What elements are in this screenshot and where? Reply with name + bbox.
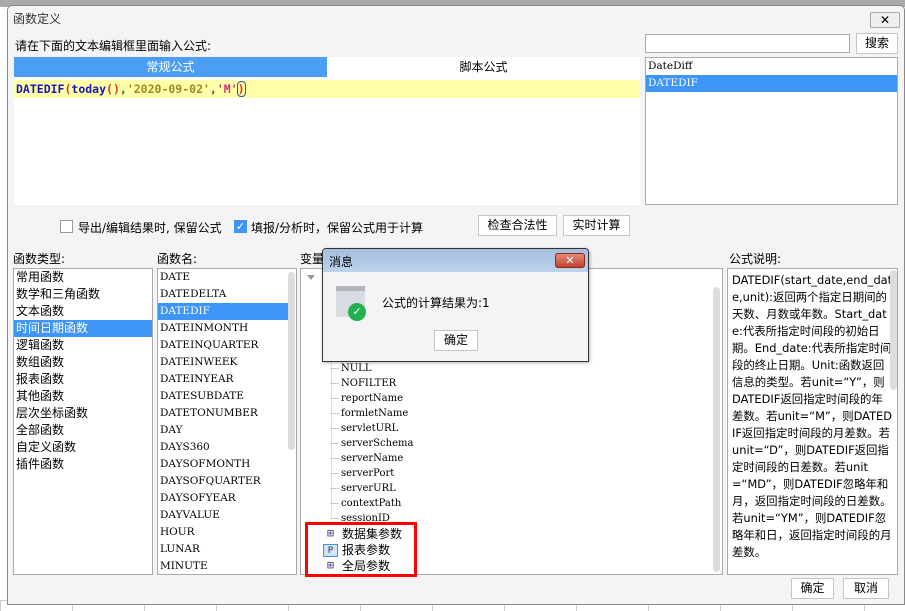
formula-editor[interactable]: DATEDIF(today(),'2020-09-02','M') <box>14 77 640 205</box>
keep-formula-export-label: 导出/编辑结果时, 保留公式 <box>78 221 222 235</box>
tab-regular-formula[interactable]: 常规公式 <box>14 57 327 77</box>
keep-formula-export-checkbox[interactable] <box>60 220 73 233</box>
search-input[interactable] <box>645 34 850 53</box>
formula-unit-string: 'M' <box>216 82 238 96</box>
formula-comma: , <box>209 82 217 96</box>
realtime-calc-button[interactable]: 实时计算 <box>563 215 630 236</box>
dialog-title: 函数定义 <box>13 12 62 26</box>
variables-scrollbar[interactable] <box>713 287 720 572</box>
message-close-button[interactable]: ✕ <box>555 253 585 268</box>
function-name-item[interactable]: DATEINQUARTER <box>158 337 288 354</box>
message-titlebar <box>323 249 588 272</box>
function-type-item-selected[interactable]: 时间日期函数 <box>14 320 152 337</box>
function-names-list: DATE DATEDELTA DATEDIF DATEINMONTH DATEINQUA… <box>157 268 297 575</box>
cancel-button[interactable]: 取消 <box>843 578 889 599</box>
function-name-item[interactable]: DAY <box>158 422 288 439</box>
description-text: DATEDIF(start_date,end_date,unit):返回两个指定… <box>727 268 898 575</box>
description-label: 公式说明: <box>729 252 782 266</box>
calendar-success-icon: ✓ <box>336 286 366 321</box>
search-results-list: DateDiff DATEDIF <box>645 57 898 205</box>
variable-item[interactable]: contextPath <box>329 496 401 511</box>
function-name-item[interactable]: HOUR <box>158 524 288 541</box>
function-type-item[interactable]: 报表函数 <box>14 371 152 388</box>
variable-item[interactable]: NULL <box>329 361 371 376</box>
function-type-item[interactable]: 层次坐标函数 <box>14 405 152 422</box>
variable-item[interactable]: servletURL <box>329 421 398 436</box>
formula-date-string: '2020-09-02' <box>126 82 210 96</box>
formula-line[interactable]: DATEDIF(today(),'2020-09-02','M') <box>14 80 640 98</box>
function-name-item[interactable]: DATEINYEAR <box>158 371 288 388</box>
formula-inner-function: today <box>71 82 107 96</box>
tab-script-formula[interactable]: 脚本公式 <box>327 57 640 77</box>
function-name-item[interactable]: DAYS360 <box>158 439 288 456</box>
function-name-item[interactable]: DATE <box>158 269 288 286</box>
function-type-item[interactable]: 全部函数 <box>14 422 152 439</box>
function-type-item[interactable]: 数组函数 <box>14 354 152 371</box>
variable-item[interactable]: NOFILTER <box>329 376 396 391</box>
function-type-item[interactable]: 其他函数 <box>14 388 152 405</box>
function-name-item[interactable]: DATEINMONTH <box>158 320 288 337</box>
keep-formula-fill-checkbox[interactable]: ✓ <box>234 220 247 233</box>
keep-formula-fill-label: 填报/分析时，保留公式用于计算 <box>251 221 424 235</box>
close-button[interactable]: ✕ <box>870 12 900 28</box>
formula-function: DATEDIF <box>16 82 65 96</box>
function-type-item[interactable]: 文本函数 <box>14 303 152 320</box>
message-ok-button[interactable]: 确定 <box>434 330 478 351</box>
function-type-item[interactable]: 自定义函数 <box>14 439 152 456</box>
function-name-item[interactable]: DAYSOFQUARTER <box>158 473 288 490</box>
function-name-item[interactable]: DAYSOFYEAR <box>158 490 288 507</box>
function-name-item-selected[interactable]: DATEDIF <box>158 303 288 320</box>
highlight-box <box>305 522 417 577</box>
function-name-item[interactable]: DATEDELTA <box>158 286 288 303</box>
variable-item[interactable]: serverPort <box>329 466 394 481</box>
function-names-scrollbar[interactable] <box>288 272 295 450</box>
function-type-item[interactable]: 数学和三角函数 <box>14 286 152 303</box>
function-name-item[interactable]: MINUTE <box>158 558 288 574</box>
function-type-item[interactable]: 逻辑函数 <box>14 337 152 354</box>
variable-item[interactable]: reportName <box>329 391 403 406</box>
function-name-item[interactable]: DAYSOFMONTH <box>158 456 288 473</box>
function-name-item[interactable]: DAYVALUE <box>158 507 288 524</box>
search-result-item[interactable]: DateDiff <box>646 58 897 75</box>
message-text: 公式的计算结果为:1 <box>382 294 490 311</box>
ok-button[interactable]: 确定 <box>791 578 834 599</box>
function-name-item[interactable]: DATETONUMBER <box>158 405 288 422</box>
message-title: 消息 <box>329 255 354 269</box>
message-text-label: 公式的计算结果为: <box>382 296 483 310</box>
check-icon: ✓ <box>348 303 366 321</box>
function-name-item[interactable]: DATEINWEEK <box>158 354 288 371</box>
function-type-item[interactable]: 插件函数 <box>14 456 152 473</box>
variable-item[interactable]: serverURL <box>330 481 396 496</box>
search-result-item-selected[interactable]: DATEDIF <box>646 75 897 92</box>
message-dialog: 消息 ✕ ✓ 公式的计算结果为:1 确定 <box>322 248 589 362</box>
formula-paren: () <box>106 82 120 96</box>
description-scrollbar[interactable] <box>890 270 897 390</box>
formula-paren-cursor: ) <box>236 81 246 97</box>
function-type-item[interactable]: 常用函数 <box>14 269 152 286</box>
function-name-item[interactable]: LUNAR <box>158 541 288 558</box>
search-button[interactable]: 搜索 <box>856 33 898 54</box>
editor-prompt: 请在下面的文本编辑框里面输入公式: <box>15 39 212 53</box>
variables-label: 变量 <box>300 252 325 266</box>
check-validity-button[interactable]: 检查合法性 <box>478 215 557 236</box>
formula-comma: , <box>119 82 127 96</box>
function-names-label: 函数名: <box>157 252 198 266</box>
function-name-item[interactable]: DATESUBDATE <box>158 388 288 405</box>
variable-item[interactable]: serverSchema <box>329 436 413 451</box>
tree-expand-icon[interactable] <box>307 275 315 280</box>
variable-item[interactable]: serverName <box>329 451 403 466</box>
function-types-label: 函数类型: <box>13 252 66 266</box>
function-types-list: 常用函数 数学和三角函数 文本函数 时间日期函数 逻辑函数 数组函数 报表函数 其他函数 层次坐… <box>13 268 153 575</box>
variable-item[interactable]: formletName <box>329 406 408 421</box>
message-result: 1 <box>482 296 490 310</box>
